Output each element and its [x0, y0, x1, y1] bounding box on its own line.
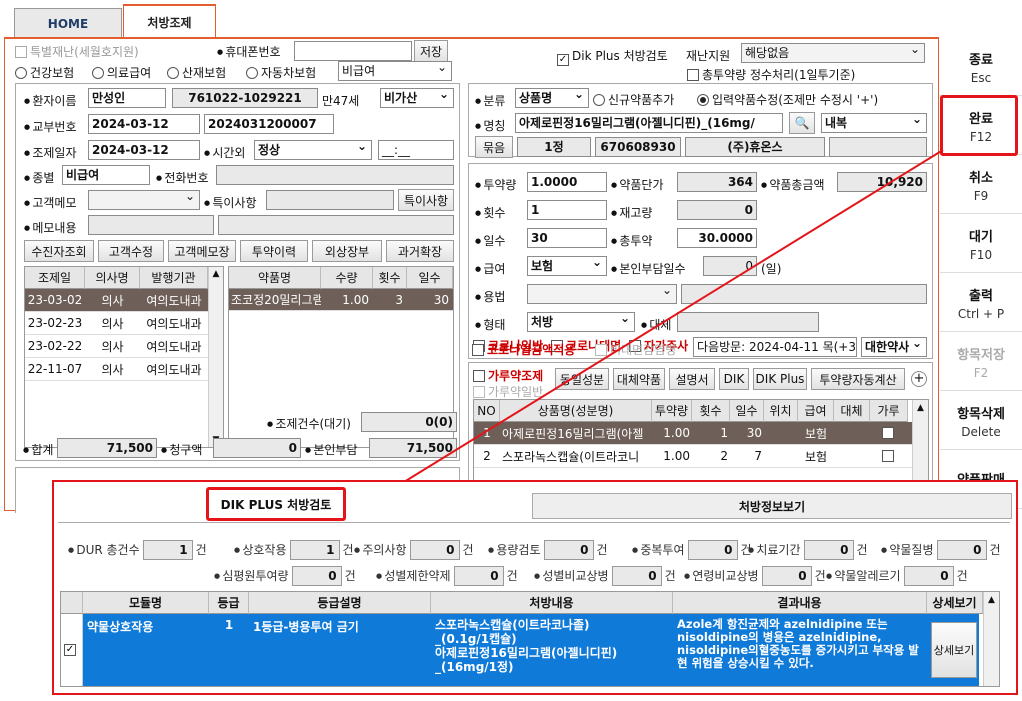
dik-col-header: 등급설명 — [249, 592, 431, 614]
dik-count-value: 0 — [291, 566, 342, 586]
dik-count-label: 성별비교상병 — [542, 569, 609, 583]
dik-count-unit: 건 — [956, 569, 968, 583]
dik-count-unit: 건 — [664, 569, 676, 583]
dik-count-unit: 건 — [814, 569, 826, 583]
dik-count-label: 중복투여 — [640, 543, 685, 557]
dik-count-unit: 건 — [596, 543, 608, 557]
dik-count-item: 성별제한약제0건 — [376, 566, 518, 586]
dik-count-item: 성별비교상병0건 — [534, 566, 676, 586]
dik-count-label: DUR 총건수 — [76, 543, 140, 557]
dik-count-value: 1 — [142, 540, 193, 560]
dik-count-item: 약물질병0건 — [881, 540, 1001, 560]
dik-rx-content: 스포라녹스캡슐(이트라코나졸) _(0.1g/1캡슐) 아제로핀정16밀리그램(아젤… — [435, 618, 618, 674]
scroll-up-icon[interactable]: ▲ — [984, 595, 999, 605]
dik-scrollbar[interactable]: ▲ — [983, 592, 999, 686]
dik-module: 약물상호작용 — [87, 620, 154, 634]
dik-count-value: 1 — [289, 540, 340, 560]
dik-count-unit: 건 — [344, 569, 356, 583]
dik-result-content: Azole계 항진균제와 azelnidipine 또는 nisoldipine… — [677, 617, 919, 670]
dik-count-item: 중복투여0건 — [632, 540, 752, 560]
dik-result-grid: 모듈명 등급 등급설명 처방내용 결과내용 상세보기 ✓ 약물상호작용 1 1등급-병용투… — [60, 591, 1000, 687]
tab-dik-plus-review[interactable]: DIK PLUS 처방검토 — [206, 487, 346, 521]
dik-count-item: 용량검토0건 — [488, 540, 608, 560]
dik-count-unit: 건 — [506, 569, 518, 583]
dik-count-value: 0 — [803, 540, 854, 560]
dik-count-item: 연령비교상병0건 — [684, 566, 826, 586]
dik-count-item: 치료기간0건 — [748, 540, 868, 560]
dik-plus-panel: DIK PLUS 처방검토 처방정보보기 DUR 총건수1건상호작용1건주의사항… — [52, 480, 1018, 695]
dik-count-label: 치료기간 — [756, 543, 801, 557]
dik-col-header: 모듈명 — [83, 592, 209, 614]
dik-count-unit: 건 — [462, 543, 474, 557]
divider — [58, 522, 1010, 523]
table-row[interactable]: ✓ 약물상호작용 1 1등급-병용투여 금기 스포라녹스캡슐(이트라코나졸) _(… — [61, 614, 979, 686]
dik-count-unit: 건 — [342, 543, 354, 557]
dik-count-item: DUR 총건수1건 — [68, 540, 207, 560]
dik-grade-desc: 1등급-병용투여 금기 — [253, 620, 359, 634]
dik-count-label: 상호작용 — [242, 543, 287, 557]
dik-count-unit: 건 — [989, 543, 1001, 557]
dik-count-value: 0 — [611, 566, 662, 586]
dik-count-item: 심평원투여량0건 — [214, 566, 356, 586]
tab-rx-info[interactable]: 처방정보보기 — [532, 493, 1012, 519]
dik-count-value: 0 — [903, 566, 954, 586]
dik-col-header: 상세보기 — [927, 592, 983, 614]
dik-count-label: 심평원투여량 — [222, 569, 289, 583]
dik-count-unit: 건 — [195, 543, 207, 557]
detail-view-button[interactable]: 상세보기 — [931, 622, 977, 678]
dik-count-label: 약물질병 — [889, 543, 934, 557]
dik-count-label: 성별제한약제 — [384, 569, 451, 583]
dik-count-value: 0 — [687, 540, 738, 560]
dik-count-value: 0 — [409, 540, 460, 560]
dik-count-label: 연령비교상병 — [692, 569, 759, 583]
dik-col-header: 처방내용 — [431, 592, 673, 614]
dik-count-value: 0 — [761, 566, 812, 586]
dik-count-value: 0 — [543, 540, 594, 560]
row-checkbox[interactable]: ✓ — [61, 614, 83, 686]
dik-col-header: 등급 — [209, 592, 249, 614]
dik-count-item: 상호작용1건 — [234, 540, 354, 560]
dik-count-value: 0 — [453, 566, 504, 586]
dik-count-value: 0 — [936, 540, 987, 560]
dik-count-unit: 건 — [856, 543, 868, 557]
dik-count-label: 용량검토 — [496, 543, 541, 557]
dik-count-label: 주의사항 — [362, 543, 407, 557]
dik-count-label: 약물알레르기 — [834, 569, 901, 583]
dik-count-item: 주의사항0건 — [354, 540, 474, 560]
dik-col-header: 결과내용 — [673, 592, 927, 614]
dik-col-check — [61, 592, 83, 614]
dik-grade: 1 — [224, 618, 234, 632]
dik-count-item: 약물알레르기0건 — [826, 566, 968, 586]
